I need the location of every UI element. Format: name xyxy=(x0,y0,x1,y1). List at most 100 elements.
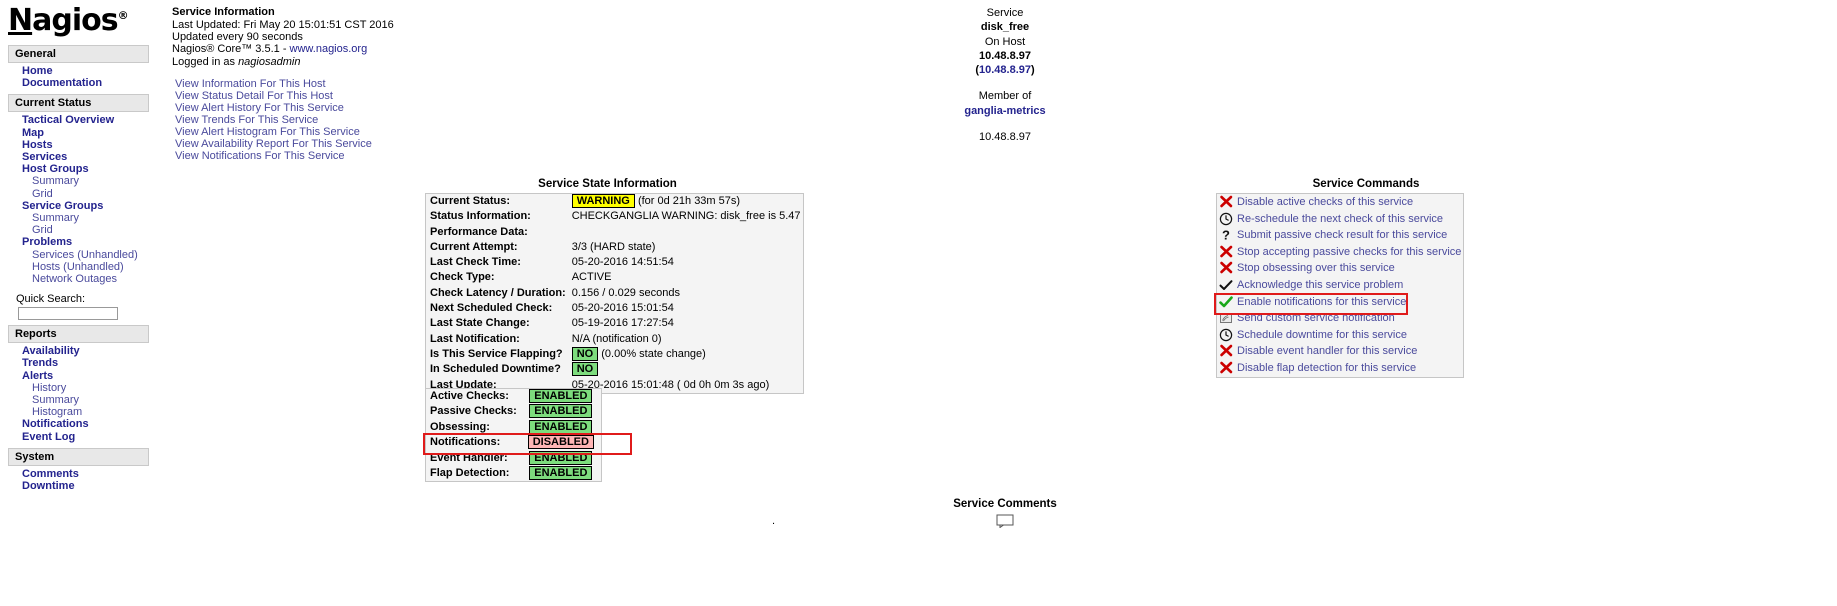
sidebar-item-label[interactable]: Alerts xyxy=(22,370,53,382)
sidebar-item-label[interactable]: History xyxy=(32,382,66,394)
view-link[interactable]: View Alert History For This Service xyxy=(172,102,592,114)
view-link[interactable]: View Notifications For This Service xyxy=(172,150,592,162)
sidebar-item-notifications[interactable]: Notifications xyxy=(0,418,165,430)
sidebar-item-label[interactable]: Downtime xyxy=(22,480,75,492)
command-row[interactable]: Stop accepting passive checks for this s… xyxy=(1217,244,1464,261)
attribute-badge: ENABLED xyxy=(529,389,593,403)
command-row[interactable]: Schedule downtime for this service xyxy=(1217,327,1464,344)
sidebar-item-host-groups[interactable]: Host Groups xyxy=(0,163,165,175)
command-row[interactable]: Disable active checks of this service xyxy=(1217,194,1464,211)
sidebar-item-label[interactable]: Services (Unhandled) xyxy=(32,249,138,261)
command-row[interactable]: Send custom service notification xyxy=(1217,310,1464,327)
sidebar-item-label[interactable]: Comments xyxy=(22,468,79,480)
command-link[interactable]: Stop accepting passive checks for this s… xyxy=(1237,246,1461,258)
command-row[interactable]: Disable flap detection for this service xyxy=(1217,360,1464,377)
sidebar-item-label[interactable]: Network Outages xyxy=(32,273,117,285)
sidebar-item-label[interactable]: Summary xyxy=(32,175,79,187)
attribute-row: Passive Checks: ENABLED xyxy=(426,404,602,419)
version-text: Nagios® Core™ 3.5.1 - xyxy=(172,43,290,56)
service-label: Service xyxy=(986,7,1024,19)
sidebar-item-label[interactable]: Service Groups xyxy=(22,200,103,212)
command-link[interactable]: Submit passive check result for this ser… xyxy=(1237,229,1447,241)
sidebar-item-label[interactable]: Grid xyxy=(32,224,53,236)
command-link[interactable]: Disable event handler for this service xyxy=(1237,345,1417,357)
state-row: Check Type: ACTIVE xyxy=(426,270,804,285)
sidebar-item-grid[interactable]: Grid xyxy=(0,188,165,200)
sidebar-item-label[interactable]: Services xyxy=(22,151,67,163)
state-row-value: 05-19-2016 17:27:54 xyxy=(571,317,674,330)
sidebar-item-event-log[interactable]: Event Log xyxy=(0,431,165,443)
quick-search-input[interactable] xyxy=(18,307,118,321)
sidebar-item-label[interactable]: Grid xyxy=(32,188,53,200)
command-link[interactable]: Re-schedule the next check of this servi… xyxy=(1237,213,1443,225)
service-group-link[interactable]: ganglia-metrics xyxy=(964,105,1045,117)
sidebar-item-label[interactable]: Availability xyxy=(22,345,80,357)
sidebar-item-label[interactable]: Tactical Overview xyxy=(22,114,114,126)
nagios-logo[interactable]: Nagios® xyxy=(0,0,165,40)
sidebar-item-problems[interactable]: Problems xyxy=(0,236,165,248)
sidebar-item-map[interactable]: Map xyxy=(0,127,165,139)
command-link[interactable]: Disable flap detection for this service xyxy=(1237,362,1416,374)
sidebar-item-label[interactable]: Summary xyxy=(32,212,79,224)
command-row[interactable]: Re-schedule the next check of this servi… xyxy=(1217,211,1464,228)
sidebar-item-label[interactable]: Problems xyxy=(22,236,72,248)
command-link[interactable]: Acknowledge this service problem xyxy=(1237,279,1403,291)
attribute-badge: ENABLED xyxy=(529,450,593,465)
command-link[interactable]: Disable active checks of this service xyxy=(1237,196,1413,208)
sidebar-item-histogram[interactable]: Histogram xyxy=(0,406,165,418)
sidebar-item-summary[interactable]: Summary xyxy=(0,212,165,224)
nagios-website-link[interactable]: www.nagios.org xyxy=(290,43,368,55)
command-row[interactable]: Acknowledge this service problem xyxy=(1217,277,1464,294)
sidebar-item-label[interactable]: Histogram xyxy=(32,406,82,418)
command-row[interactable]: Enable notifications for this service xyxy=(1217,294,1464,311)
view-link[interactable]: View Trends For This Service xyxy=(172,114,592,126)
sidebar-item-summary[interactable]: Summary xyxy=(0,394,165,406)
sidebar-item-downtime[interactable]: Downtime xyxy=(0,480,165,492)
sidebar-item-label[interactable]: Documentation xyxy=(22,77,102,89)
view-link[interactable]: View Information For This Host xyxy=(172,78,592,90)
status-badge: WARNING xyxy=(571,194,635,208)
sidebar-item-label[interactable]: Hosts xyxy=(22,139,53,151)
attribute-badge: ENABLED xyxy=(529,404,593,419)
command-link[interactable]: Stop obsessing over this service xyxy=(1237,262,1395,274)
sidebar-item-services[interactable]: Services xyxy=(0,151,165,163)
view-link[interactable]: View Status Detail For This Host xyxy=(172,90,592,102)
attribute-label: Passive Checks: xyxy=(430,405,517,418)
sidebar-item-summary[interactable]: Summary xyxy=(0,175,165,187)
view-link[interactable]: View Availability Report For This Servic… xyxy=(172,138,592,150)
sidebar-item-label[interactable]: Host Groups xyxy=(22,163,89,175)
sidebar-item-label[interactable]: Event Log xyxy=(22,431,75,443)
sidebar-item-label[interactable]: Notifications xyxy=(22,418,89,430)
command-link[interactable]: Send custom service notification xyxy=(1237,312,1395,324)
sidebar-item-label[interactable]: Map xyxy=(22,127,44,139)
sidebar-section-header: General xyxy=(8,45,149,63)
host-address-link[interactable]: 10.48.8.97 xyxy=(979,64,1031,76)
sidebar-item-grid[interactable]: Grid xyxy=(0,224,165,236)
sidebar-item-service-groups[interactable]: Service Groups xyxy=(0,200,165,212)
service-commands-title: Service Commands xyxy=(1312,178,1420,190)
sidebar-item-hosts-unhandled[interactable]: Hosts (Unhandled) xyxy=(0,261,165,273)
title-spacer-2 xyxy=(790,118,1220,130)
sidebar-item-availability[interactable]: Availability xyxy=(0,345,165,357)
sidebar-item-label[interactable]: Trends xyxy=(22,357,58,369)
command-link[interactable]: Schedule downtime for this service xyxy=(1237,329,1407,341)
command-row[interactable]: Stop obsessing over this service xyxy=(1217,260,1464,277)
sidebar-item-network-outages[interactable]: Network Outages xyxy=(0,273,165,285)
command-link[interactable]: Enable notifications for this service xyxy=(1237,296,1406,308)
sidebar-item-label[interactable]: Hosts (Unhandled) xyxy=(32,261,124,273)
attribute-row: Notifications: DISABLED xyxy=(426,435,602,450)
command-row[interactable]: ? Submit passive check result for this se… xyxy=(1217,227,1464,244)
sidebar-item-services-unhandled[interactable]: Services (Unhandled) xyxy=(0,249,165,261)
command-row[interactable]: Disable event handler for this service xyxy=(1217,343,1464,360)
sidebar-item-alerts[interactable]: Alerts xyxy=(0,370,165,382)
sidebar-item-label[interactable]: Home xyxy=(22,65,53,77)
sidebar-item-comments[interactable]: Comments xyxy=(0,468,165,480)
view-link[interactable]: View Alert Histogram For This Service xyxy=(172,126,592,138)
sidebar-item-hosts[interactable]: Hosts xyxy=(0,139,165,151)
sidebar-item-history[interactable]: History xyxy=(0,382,165,394)
sidebar-item-trends[interactable]: Trends xyxy=(0,357,165,369)
sidebar-item-tactical-overview[interactable]: Tactical Overview xyxy=(0,114,165,126)
sidebar-item-label[interactable]: Summary xyxy=(32,394,79,406)
sidebar-item-home[interactable]: Home xyxy=(0,65,165,77)
sidebar-item-documentation[interactable]: Documentation xyxy=(0,77,165,89)
